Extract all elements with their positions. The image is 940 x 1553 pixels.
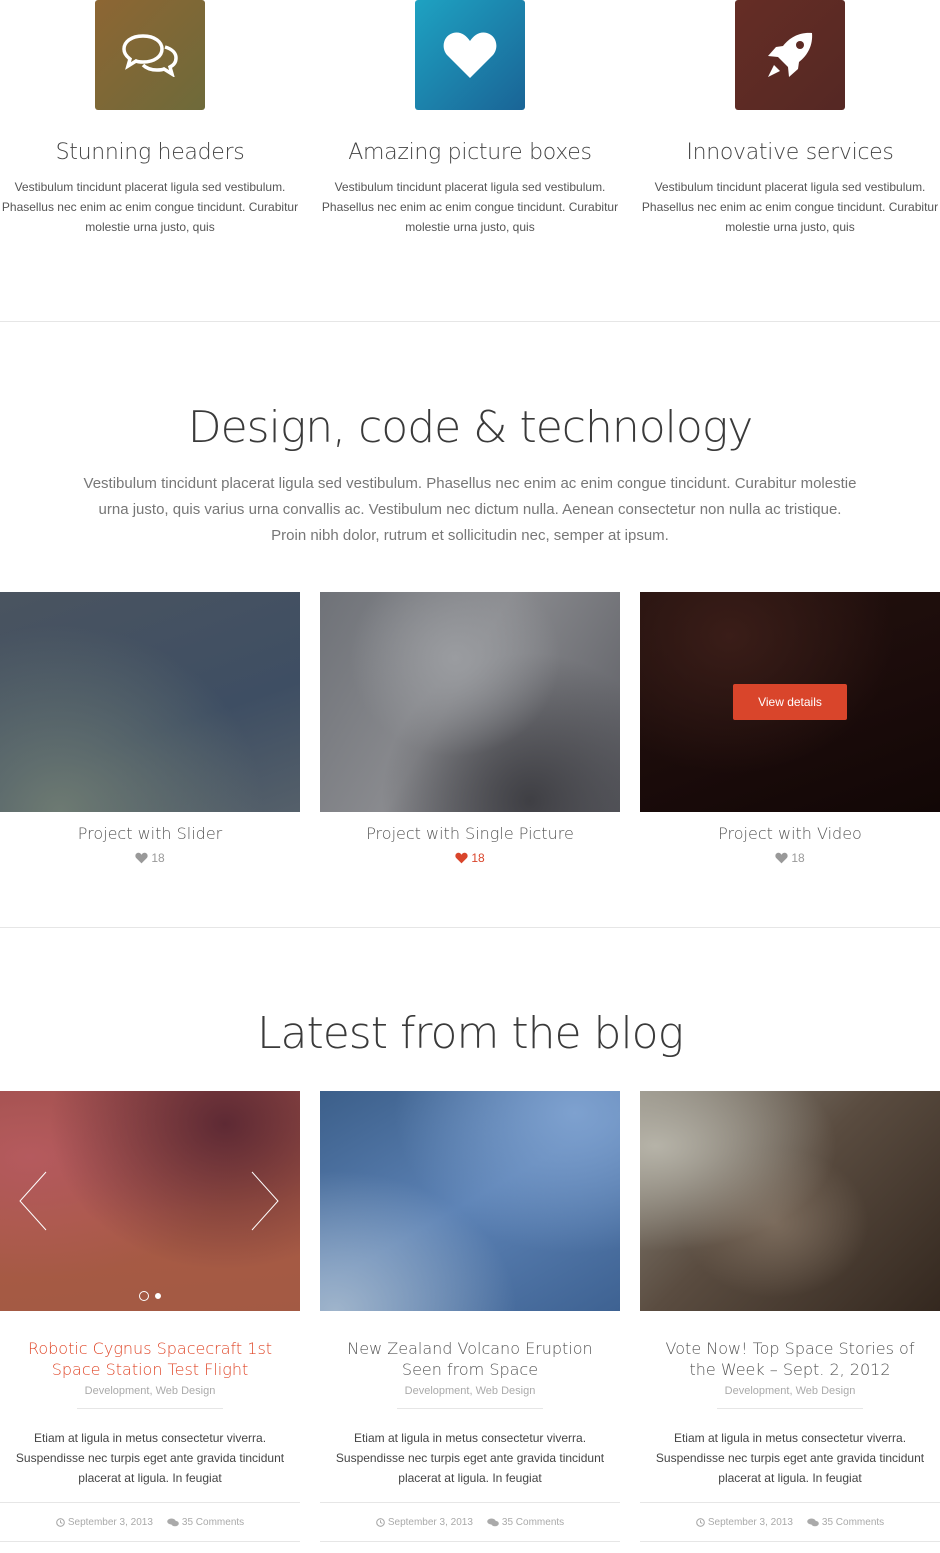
project-card[interactable]: View details Project with Video 18 [640, 592, 940, 865]
post-excerpt: Etiam at ligula in metus consectetur viv… [655, 1431, 925, 1485]
post-comments[interactable]: 35 Comments [182, 1517, 244, 1528]
post-title[interactable]: Robotic Cygnus Spacecraft 1st Space Stat… [0, 1338, 300, 1380]
blog-post: Robotic Cygnus Spacecraft 1st Space Stat… [0, 1091, 300, 1542]
design-section-title: Design, code & technology [187, 402, 754, 453]
category-link[interactable]: Development [725, 1385, 790, 1397]
project-thumbnail[interactable] [320, 592, 620, 812]
category-link[interactable]: Development [405, 1385, 470, 1397]
chat-bubbles-icon [122, 34, 178, 77]
post-comments[interactable]: 35 Comments [502, 1517, 564, 1528]
post-date: September 3, 2013 [67, 1516, 153, 1528]
project-title[interactable]: Project with Single Picture [320, 824, 620, 843]
blog-post: Vote Now! Top Space Stories of the Week … [640, 1091, 940, 1542]
feature-title: Innovative services [686, 140, 894, 165]
divider [717, 1408, 863, 1409]
feature-text: Vestibulum tincidunt placerat ligula sed… [641, 180, 939, 234]
project-thumbnail[interactable]: View details [640, 592, 940, 812]
design-section-intro: Vestibulum tincidunt placerat ligula sed… [83, 475, 857, 544]
post-slider[interactable] [0, 1091, 300, 1311]
project-title[interactable]: Project with Video [640, 824, 940, 843]
category-link[interactable]: Web Design [476, 1385, 536, 1397]
category-link[interactable]: Development [85, 1385, 150, 1397]
project-card[interactable]: Project with Single Picture 18 [320, 592, 620, 865]
section-divider [0, 321, 940, 322]
slider-dots [0, 1291, 300, 1301]
view-details-button[interactable]: View details [733, 684, 847, 720]
rocket-icon [768, 32, 813, 77]
feature-icon-box [735, 0, 845, 110]
heart-icon [443, 32, 497, 78]
heart-icon [455, 852, 468, 864]
features-section: Stunning headers Vestibulum tincidunt pl… [0, 0, 940, 322]
heart-icon [135, 852, 148, 864]
post-excerpt: Etiam at ligula in metus consectetur viv… [335, 1431, 605, 1485]
comments-icon [807, 1518, 819, 1526]
divider [640, 1541, 940, 1542]
comments-icon [487, 1518, 499, 1526]
post-title[interactable]: New Zealand Volcano Eruption Seen from S… [320, 1338, 620, 1380]
category-link[interactable]: Web Design [796, 1385, 856, 1397]
post-categories: Development, Web Design [404, 1385, 536, 1397]
post-date: September 3, 2013 [707, 1516, 793, 1528]
slider-dot[interactable] [155, 1293, 161, 1299]
divider [320, 1541, 620, 1542]
slider-next-button[interactable] [250, 1171, 280, 1231]
heart-icon [775, 852, 788, 864]
feature-icon-box [415, 0, 525, 110]
feature-text: Vestibulum tincidunt placerat ligula sed… [1, 180, 299, 234]
project-likes[interactable]: 18 [0, 851, 300, 865]
post-title[interactable]: Vote Now! Top Space Stories of the Week … [640, 1338, 940, 1380]
post-thumbnail[interactable] [640, 1091, 940, 1311]
post-comments[interactable]: 35 Comments [822, 1517, 884, 1528]
post-thumbnail[interactable] [320, 1091, 620, 1311]
feature-title: Stunning headers [55, 140, 245, 165]
divider [77, 1408, 223, 1409]
clock-icon [56, 1517, 65, 1527]
project-likes[interactable]: 18 [320, 851, 620, 865]
feature-innovative-services: Innovative services Vestibulum tincidunt… [640, 0, 940, 237]
chevron-right-icon [251, 1171, 279, 1231]
divider [397, 1408, 543, 1409]
feature-icon-box [95, 0, 205, 110]
likes-count: 18 [791, 851, 805, 865]
category-link[interactable]: Web Design [156, 1385, 216, 1397]
comments-icon [167, 1518, 179, 1526]
feature-amazing-picture-boxes: Amazing picture boxes Vestibulum tincidu… [320, 0, 620, 237]
likes-count: 18 [471, 851, 485, 865]
slider-dot-active[interactable] [139, 1291, 149, 1301]
feature-title: Amazing picture boxes [348, 140, 592, 165]
section-divider [0, 927, 940, 928]
project-title[interactable]: Project with Slider [0, 824, 300, 843]
blog-post: New Zealand Volcano Eruption Seen from S… [320, 1091, 620, 1542]
blog-section-title: Latest from the blog [256, 1008, 684, 1059]
post-categories: Development, Web Design [84, 1385, 216, 1397]
clock-icon [376, 1517, 385, 1527]
post-meta: September 3, 2013 35 Comments [640, 1503, 940, 1541]
slider-prev-button[interactable] [18, 1171, 48, 1231]
divider [0, 1541, 300, 1542]
project-thumbnail[interactable] [0, 592, 300, 812]
clock-icon [696, 1517, 705, 1527]
post-categories: Development, Web Design [724, 1385, 856, 1397]
chevron-left-icon [19, 1171, 47, 1231]
post-meta: September 3, 2013 35 Comments [0, 1503, 300, 1541]
post-meta: September 3, 2013 35 Comments [320, 1503, 620, 1541]
feature-stunning-headers: Stunning headers Vestibulum tincidunt pl… [0, 0, 300, 237]
project-card[interactable]: Project with Slider 18 [0, 592, 300, 865]
post-date: September 3, 2013 [387, 1516, 473, 1528]
feature-text: Vestibulum tincidunt placerat ligula sed… [321, 180, 619, 234]
likes-count: 18 [151, 851, 165, 865]
project-likes[interactable]: 18 [640, 851, 940, 865]
post-excerpt: Etiam at ligula in metus consectetur viv… [15, 1431, 285, 1485]
